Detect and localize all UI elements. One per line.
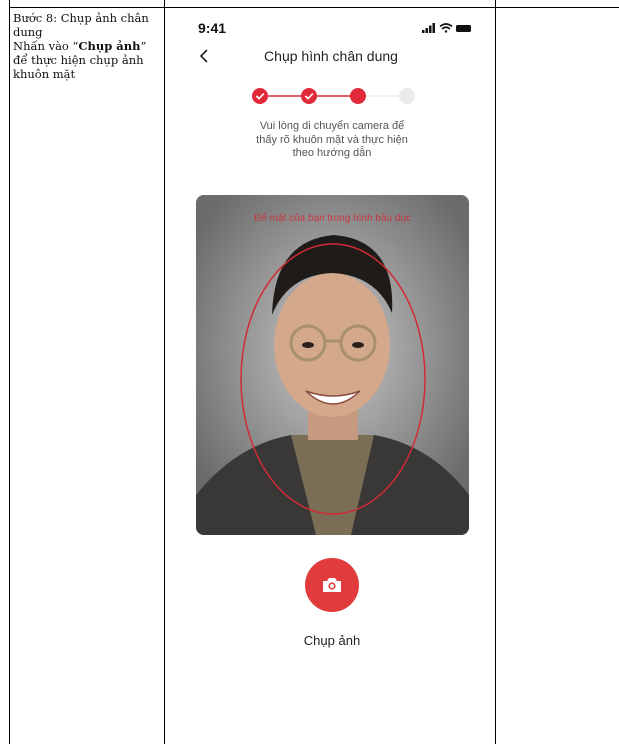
table-border-right bbox=[495, 0, 496, 744]
battery-icon bbox=[456, 25, 471, 32]
oval-guide-hint: Để mặt của bạn trong hình bầu dục bbox=[254, 213, 411, 224]
instruction-button-name: Chụp ảnh bbox=[78, 39, 141, 53]
face-photo bbox=[196, 195, 469, 535]
instruction-text: Bước 8: Chụp ảnh chân dung Nhấn vào “Chụ… bbox=[13, 11, 163, 81]
instruction-action: để thực hiện chụp ảnh khuôn mặt bbox=[13, 53, 144, 81]
instruction-tap-line: Nhấn vào “Chụp ảnh” bbox=[13, 39, 147, 53]
status-time: 9:41 bbox=[198, 20, 227, 36]
table-border-top-right bbox=[495, 7, 619, 8]
step-4-pending bbox=[399, 88, 415, 104]
wifi-icon bbox=[439, 23, 453, 33]
step-1-check-icon bbox=[252, 88, 268, 104]
camera-icon bbox=[323, 578, 341, 592]
instruction-description: Vui lòng di chuyển camera để thấy rõ khu… bbox=[256, 120, 408, 159]
phone-screen: 9:41 Chụp hình chân dung Vui lòng di chu… bbox=[172, 8, 490, 742]
instruction-step-title: Bước 8: Chụp ảnh chân dung bbox=[13, 11, 149, 39]
capture-button[interactable] bbox=[305, 558, 359, 612]
status-icons bbox=[422, 20, 472, 34]
step-2-check-icon bbox=[301, 88, 317, 104]
step-3-current bbox=[350, 88, 366, 104]
capture-label: Chụp ảnh bbox=[303, 633, 361, 648]
table-border-left bbox=[9, 0, 10, 744]
signal-icon bbox=[422, 23, 435, 33]
page-title: Chụp hình chân dung bbox=[264, 48, 398, 64]
table-border-middle bbox=[164, 0, 165, 744]
progress-stepper bbox=[252, 88, 415, 104]
camera-preview: Để mặt của bạn trong hình bầu dục bbox=[196, 195, 469, 535]
